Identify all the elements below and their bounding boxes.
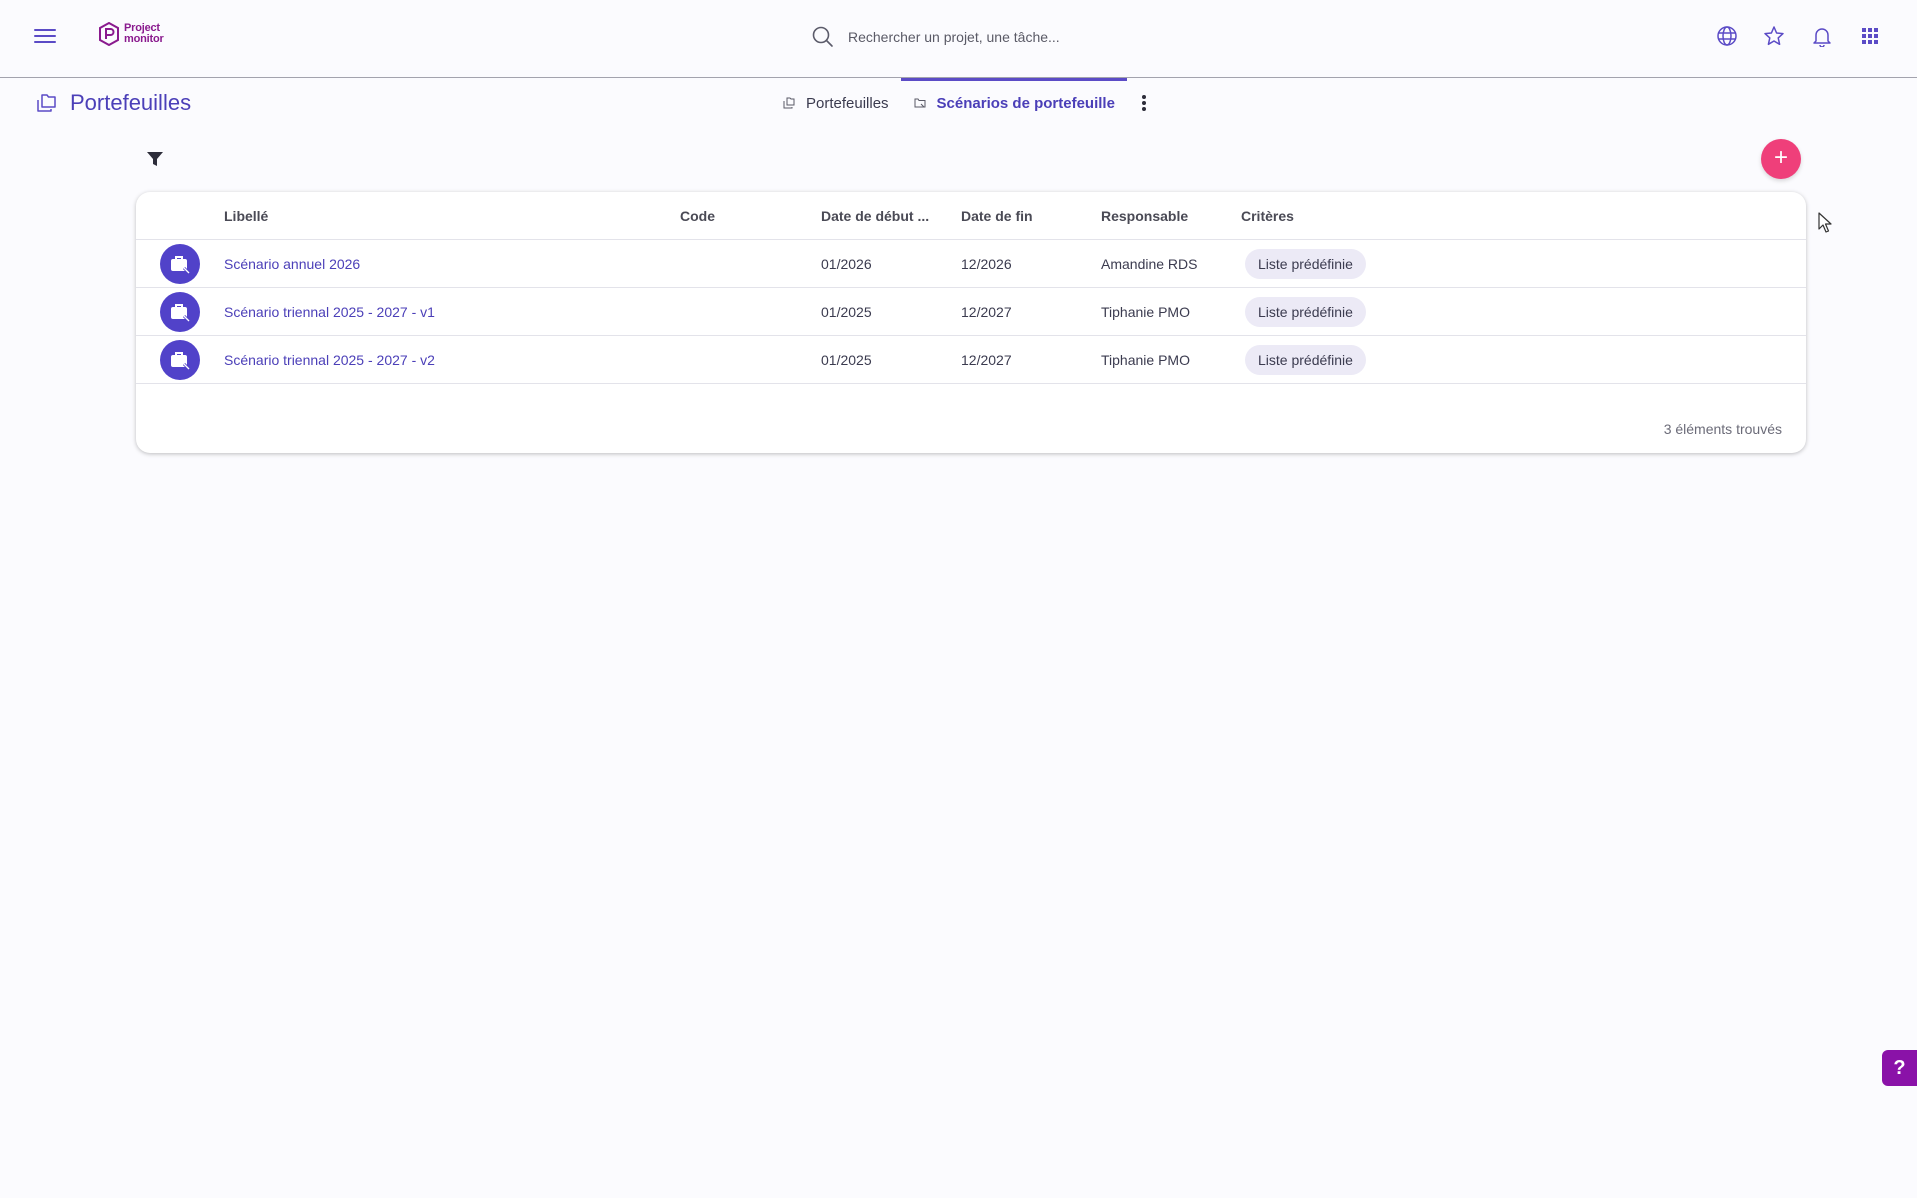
filter-icon[interactable] [144, 148, 166, 170]
column-header-libelle[interactable]: Libellé [224, 208, 680, 224]
row-owner: Amandine RDS [1101, 255, 1198, 272]
app-logo[interactable]: Project monitor [98, 22, 164, 46]
logo-icon [99, 22, 119, 46]
tab-scenarios[interactable]: Scénarios de portefeuille [900, 78, 1128, 128]
row-start-date: 01/2025 [821, 351, 872, 368]
globe-icon[interactable] [1716, 25, 1738, 47]
mouse-cursor-icon [1818, 212, 1832, 233]
row-owner: Tiphanie PMO [1101, 303, 1190, 320]
row-criteria-cell: Liste prédéfinie [1241, 344, 1806, 375]
more-options-icon[interactable] [1127, 78, 1161, 128]
tab-label: Portefeuilles [806, 94, 889, 112]
scenario-folder-icon [914, 98, 926, 108]
results-count: 3 éléments trouvés [1663, 421, 1782, 437]
row-icon-cell [136, 339, 224, 380]
row-end-date: 12/2026 [961, 255, 1012, 272]
top-bar: Project monitor [0, 0, 1917, 78]
column-header-code[interactable]: Code [680, 208, 821, 224]
row-owner: Tiphanie PMO [1101, 351, 1190, 368]
page-header: Portefeuilles [34, 90, 191, 116]
search-icon[interactable] [812, 26, 834, 48]
help-button[interactable]: ? [1882, 1050, 1917, 1086]
row-end-date: 12/2027 [961, 351, 1012, 368]
tab-label: Scénarios de portefeuille [936, 94, 1115, 112]
table-row[interactable]: Scénario annuel 2026 01/2026 12/2026 Ama… [136, 240, 1806, 288]
search-bar[interactable] [812, 22, 1252, 52]
star-icon[interactable] [1763, 25, 1785, 47]
scenario-briefcase-icon [160, 243, 200, 284]
table-row[interactable]: Scénario triennal 2025 - 2027 - v2 01/20… [136, 336, 1806, 384]
folders-icon [37, 94, 56, 112]
scenario-briefcase-icon [160, 339, 200, 380]
tab-portefeuilles[interactable]: Portefeuilles [770, 78, 901, 128]
criteria-chip[interactable]: Liste prédéfinie [1245, 248, 1366, 279]
column-header-responsable[interactable]: Responsable [1101, 208, 1241, 224]
tab-bar: Portefeuilles Scénarios de portefeuille [770, 78, 1161, 128]
row-criteria-cell: Liste prédéfinie [1241, 248, 1806, 279]
row-icon-cell [136, 243, 224, 284]
row-criteria-cell: Liste prédéfinie [1241, 296, 1806, 327]
table-row[interactable]: Scénario triennal 2025 - 2027 - v1 01/20… [136, 288, 1806, 336]
row-end-date: 12/2027 [961, 303, 1012, 320]
row-start-date: 01/2026 [821, 255, 872, 272]
column-header-start-date[interactable]: Date de début ... [821, 208, 961, 224]
row-start-date: 01/2025 [821, 303, 872, 320]
scenario-briefcase-icon [160, 291, 200, 332]
criteria-chip[interactable]: Liste prédéfinie [1245, 296, 1366, 327]
row-label-link[interactable]: Scénario triennal 2025 - 2027 - v1 [224, 304, 680, 320]
row-label-link[interactable]: Scénario annuel 2026 [224, 256, 680, 272]
search-input[interactable] [848, 29, 1228, 45]
logo-line-2: monitor [124, 33, 164, 45]
bell-icon[interactable] [1811, 25, 1833, 47]
apps-grid-icon[interactable] [1860, 26, 1880, 46]
add-button[interactable]: + [1761, 139, 1801, 179]
page-title: Portefeuilles [70, 90, 192, 115]
scenarios-table: Libellé Code Date de début ... Date de f… [136, 192, 1806, 453]
row-icon-cell [136, 291, 224, 332]
folders-icon [783, 97, 795, 109]
column-header-end-date[interactable]: Date de fin [961, 208, 1101, 224]
row-label-link[interactable]: Scénario triennal 2025 - 2027 - v2 [224, 352, 680, 368]
table-header: Libellé Code Date de début ... Date de f… [136, 192, 1806, 240]
menu-icon[interactable] [34, 25, 56, 47]
criteria-chip[interactable]: Liste prédéfinie [1245, 344, 1366, 375]
logo-text: Project monitor [124, 23, 164, 45]
column-header-criteres[interactable]: Critères [1241, 208, 1806, 224]
